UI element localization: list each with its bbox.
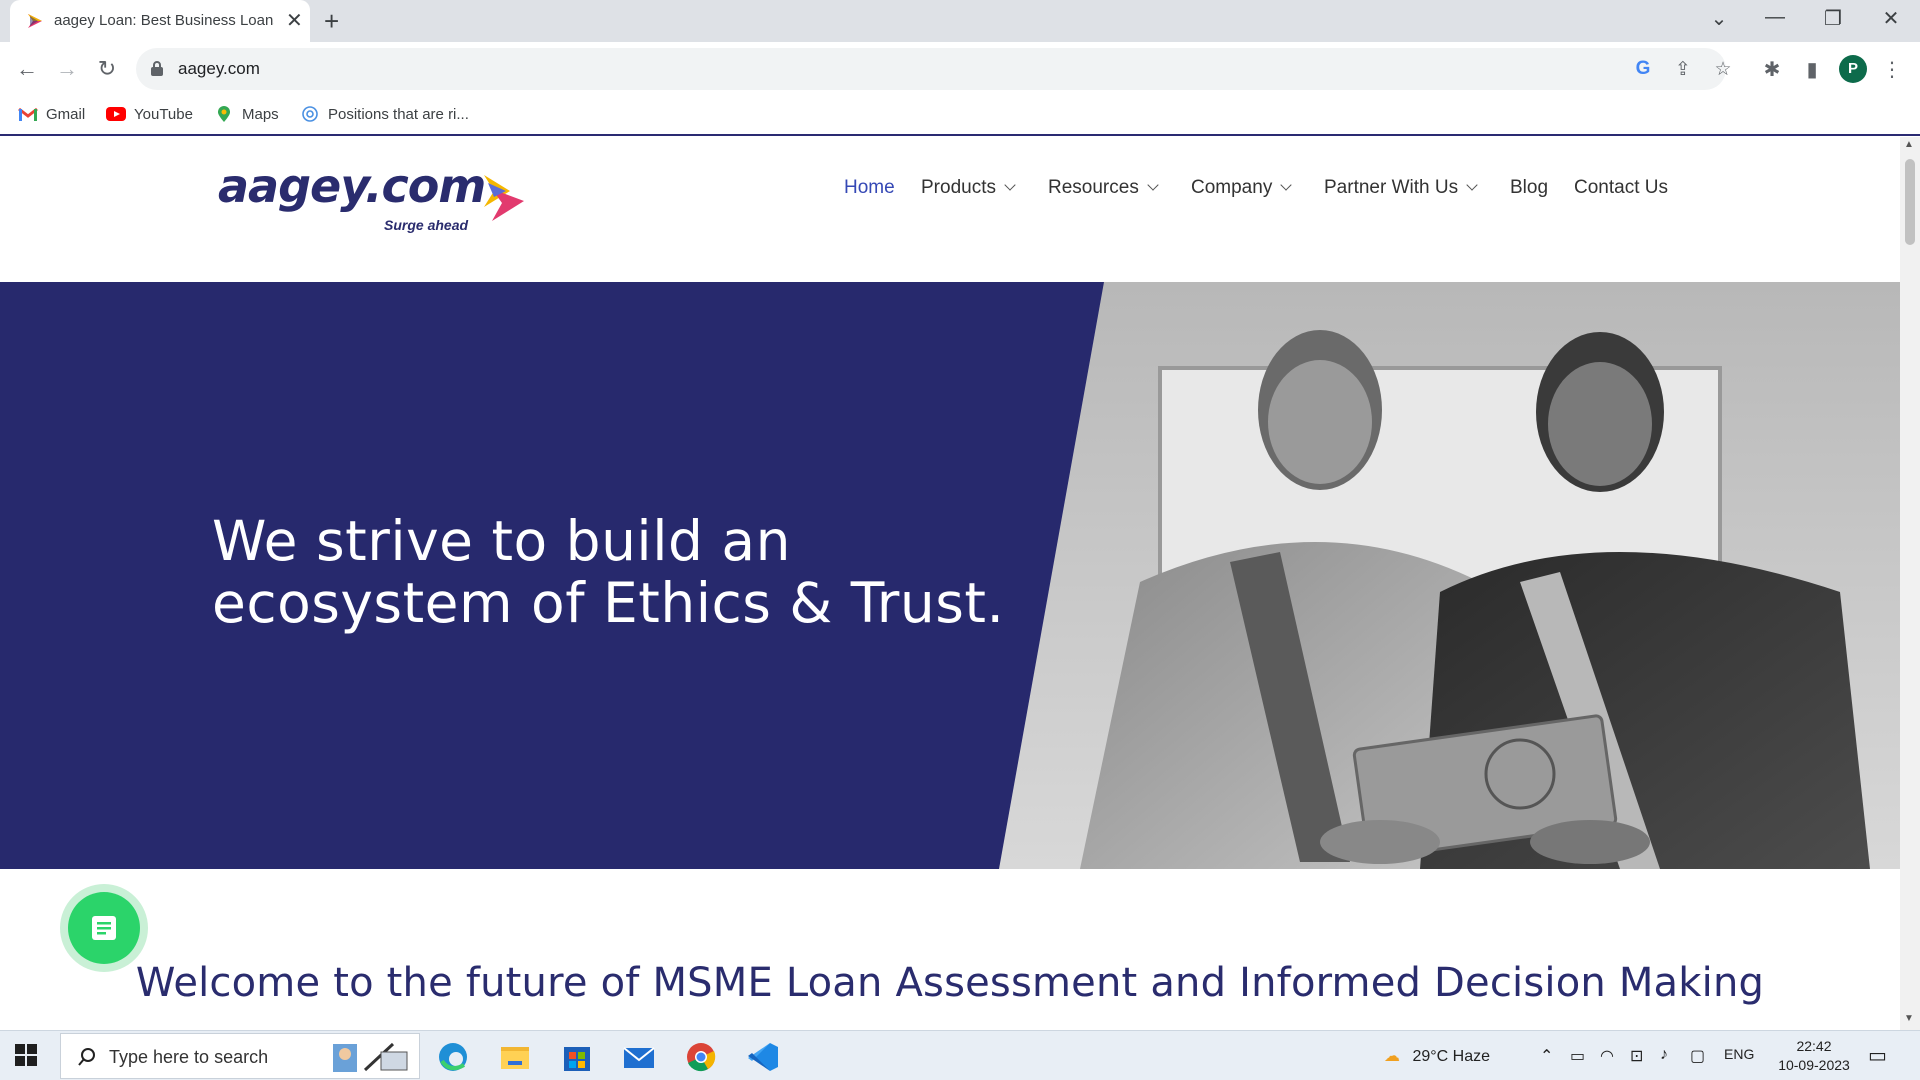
maps-icon xyxy=(218,106,230,122)
back-button[interactable]: ← xyxy=(12,56,42,82)
page-scrollbar[interactable]: ▲ ▼ xyxy=(1900,137,1920,1030)
nav-label: Company xyxy=(1191,177,1273,198)
bookmark-maps[interactable]: Maps xyxy=(214,106,279,128)
nav-company[interactable]: Company xyxy=(1191,177,1292,199)
browser-tab-active[interactable]: aagey Loan: Best Business Loans ✕ xyxy=(10,0,310,42)
site-header: aagey.com Surge ahead Home Products Reso… xyxy=(0,137,1900,282)
nav-label: Home xyxy=(844,177,895,198)
address-bar[interactable]: aagey.com G ⇪ ☆ xyxy=(136,48,1732,90)
search-placeholder: Type here to search xyxy=(109,1047,269,1067)
minimize-button[interactable]: — xyxy=(1755,6,1795,29)
restore-button[interactable]: ❐ xyxy=(1813,6,1853,31)
clock-time: 22:42 xyxy=(1796,1038,1832,1054)
battery-icon[interactable]: ▭ xyxy=(1570,1046,1585,1066)
wifi-icon[interactable]: ◠ xyxy=(1600,1046,1614,1066)
weather-text: 29°C Haze xyxy=(1412,1048,1490,1065)
microsoft-store-icon[interactable] xyxy=(554,1037,600,1077)
web-page: aagey.com Surge ahead Home Products Reso… xyxy=(0,137,1900,1030)
tab-close-icon[interactable]: ✕ xyxy=(286,8,303,33)
youtube-icon xyxy=(106,107,126,121)
hero-heading: We strive to build an ecosystem of Ethic… xyxy=(212,509,1005,635)
scroll-up-icon[interactable]: ▲ xyxy=(1904,139,1914,150)
bookmark-label: Gmail xyxy=(46,106,86,123)
mail-icon[interactable] xyxy=(616,1037,662,1077)
google-translate-icon[interactable]: G xyxy=(1632,58,1654,80)
bookmark-label: Maps xyxy=(242,106,279,123)
clock-date: 10-09-2023 xyxy=(1778,1057,1850,1073)
edge-browser-icon[interactable] xyxy=(430,1037,476,1077)
hero-banner: We strive to build an ecosystem of Ethic… xyxy=(0,282,1900,869)
main-navigation: Home Products Resources Company Partner … xyxy=(0,177,1900,207)
share-icon[interactable]: ⇪ xyxy=(1672,58,1694,80)
vscode-icon[interactable] xyxy=(740,1037,786,1077)
nav-label: Products xyxy=(921,177,996,198)
forward-button[interactable]: → xyxy=(52,56,82,82)
nav-label: Contact Us xyxy=(1574,177,1668,198)
network-status-icon[interactable]: ⊡ xyxy=(1630,1046,1643,1066)
logo-tagline: Surge ahead xyxy=(384,217,469,233)
scroll-thumb[interactable] xyxy=(1905,159,1915,245)
message-icon xyxy=(92,916,116,940)
reload-button[interactable]: ↻ xyxy=(92,56,122,82)
chat-widget-button[interactable] xyxy=(60,884,148,972)
tab-search-chevron-icon[interactable]: ⌄ xyxy=(1699,6,1739,31)
nav-label: Partner With Us xyxy=(1324,177,1459,198)
system-clock[interactable]: 22:42 10-09-2023 xyxy=(1770,1037,1858,1075)
chevron-down-icon xyxy=(1280,179,1292,191)
chrome-icon[interactable] xyxy=(678,1037,724,1077)
search-highlight-icon xyxy=(333,1042,408,1072)
meet-now-icon[interactable]: ▢ xyxy=(1690,1046,1705,1066)
nav-home[interactable]: Home xyxy=(844,177,895,199)
windows-start-icon[interactable] xyxy=(14,1043,38,1067)
nav-partner-with-us[interactable]: Partner With Us xyxy=(1324,177,1478,199)
input-language[interactable]: ENG xyxy=(1724,1046,1754,1062)
show-hidden-icons-chevron-icon[interactable]: ⌃ xyxy=(1540,1046,1553,1066)
globe-icon xyxy=(302,106,318,122)
close-window-button[interactable]: ✕ xyxy=(1871,6,1911,31)
bookmark-positions[interactable]: Positions that are ri... xyxy=(300,106,469,128)
lock-icon xyxy=(151,61,163,76)
bookmark-label: Positions that are ri... xyxy=(328,106,469,123)
chevron-down-icon xyxy=(1004,179,1016,191)
weather-widget[interactable]: ☁ 29°C Haze xyxy=(1384,1046,1490,1066)
browser-toolbar: ← → ↻ aagey.com G ⇪ ☆ ✱ ▮ P ⋮ xyxy=(0,42,1920,98)
bookmark-star-icon[interactable]: ☆ xyxy=(1712,58,1734,80)
volume-icon[interactable]: ♪ xyxy=(1660,1046,1668,1064)
nav-blog[interactable]: Blog xyxy=(1510,177,1548,199)
taskbar-search-box[interactable]: Type here to search xyxy=(60,1033,420,1079)
welcome-heading: Welcome to the future of MSME Loan Asses… xyxy=(135,960,1765,1006)
side-panel-icon[interactable]: ▮ xyxy=(1800,57,1824,81)
search-icon xyxy=(78,1048,95,1066)
bookmarks-bar: Gmail YouTube Maps Positions that are ri… xyxy=(0,98,1920,136)
nav-label: Blog xyxy=(1510,177,1549,198)
chevron-down-icon xyxy=(1466,179,1478,191)
nav-products[interactable]: Products xyxy=(921,177,1016,199)
nav-contact-us[interactable]: Contact Us xyxy=(1574,177,1668,199)
profile-avatar[interactable]: P xyxy=(1839,55,1867,83)
notifications-icon[interactable]: ▭ xyxy=(1868,1043,1887,1068)
extensions-puzzle-icon[interactable]: ✱ xyxy=(1760,57,1784,81)
chevron-down-icon xyxy=(1147,179,1159,191)
kebab-menu-icon[interactable]: ⋮ xyxy=(1880,57,1904,81)
url-text: aagey.com xyxy=(178,59,260,78)
aagey-favicon-icon xyxy=(28,14,42,28)
windows-taskbar: Type here to search ☁ 29°C Haze ⌃ ▭ ◠ ⊡ … xyxy=(0,1030,1920,1080)
new-tab-button[interactable]: + xyxy=(324,6,339,37)
bookmark-gmail[interactable]: Gmail xyxy=(18,106,85,128)
chat-button-core xyxy=(68,892,140,964)
browser-tab-strip: aagey Loan: Best Business Loans ✕ + ⌄ — … xyxy=(0,0,1920,42)
nav-label: Resources xyxy=(1048,177,1139,198)
file-explorer-icon[interactable] xyxy=(492,1037,538,1077)
weather-haze-icon: ☁ xyxy=(1384,1048,1400,1065)
bookmark-label: YouTube xyxy=(134,106,193,123)
bookmark-youtube[interactable]: YouTube xyxy=(106,106,193,128)
gmail-icon xyxy=(18,107,38,121)
nav-resources[interactable]: Resources xyxy=(1048,177,1159,199)
scroll-down-icon[interactable]: ▼ xyxy=(1904,1013,1914,1024)
tab-title: aagey Loan: Best Business Loans xyxy=(54,12,274,29)
